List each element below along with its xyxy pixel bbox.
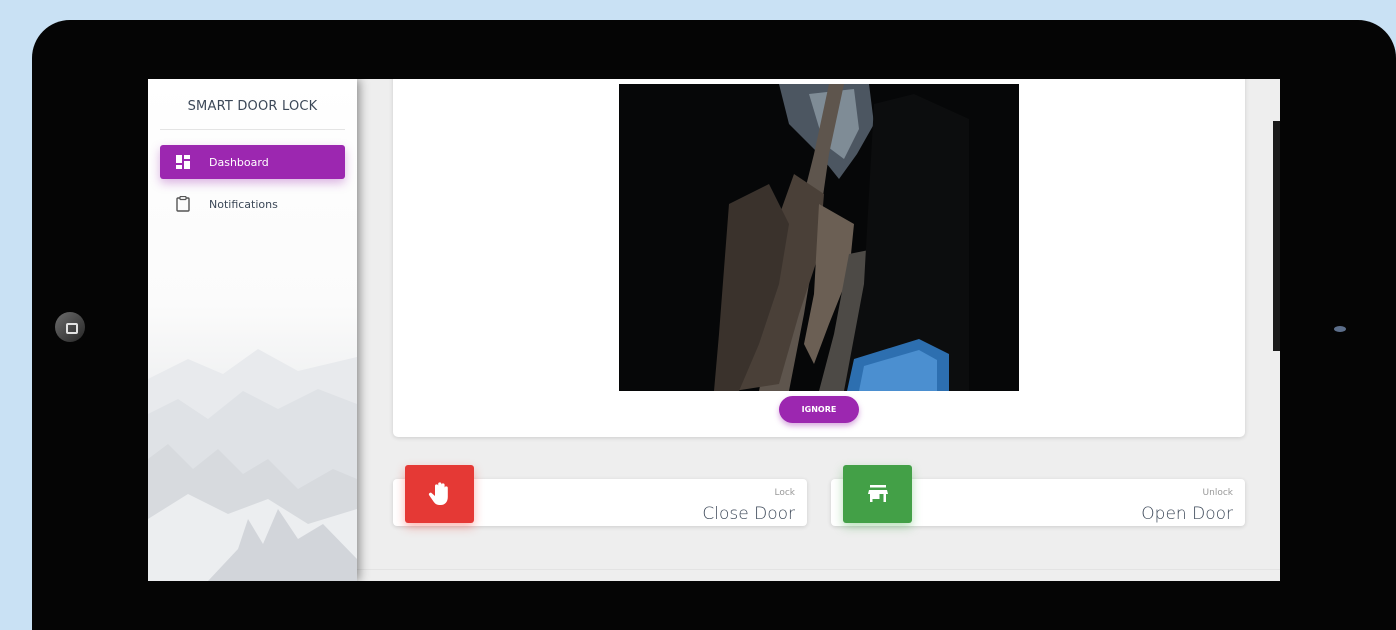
- sidebar-divider: [160, 129, 345, 130]
- front-camera: [1334, 326, 1346, 332]
- unlock-button[interactable]: [843, 465, 912, 523]
- ignore-button[interactable]: IGNORE: [779, 396, 859, 423]
- app-screen: SMART DOOR LOCK Dashboard Notifications …: [148, 79, 1280, 581]
- sidebar-item-label: Dashboard: [209, 155, 269, 169]
- main-content: IGNORE Lock Close Door Unlock Open Door: [357, 79, 1280, 581]
- sidebar-item-notifications[interactable]: Notifications: [160, 187, 345, 221]
- camera-card: IGNORE: [393, 79, 1245, 437]
- footer-divider: [357, 569, 1280, 570]
- app-title: SMART DOOR LOCK: [187, 99, 318, 114]
- unlock-card[interactable]: Unlock Open Door: [831, 465, 1245, 526]
- mountain-background-image: [148, 349, 357, 581]
- camera-feed-image: [619, 84, 1019, 391]
- close-door-title: Close Door: [702, 504, 795, 524]
- unlock-category: Unlock: [1202, 488, 1233, 498]
- scrollbar[interactable]: [1273, 121, 1280, 351]
- sidebar-item-label: Notifications: [209, 197, 278, 211]
- hand-icon: [428, 482, 448, 505]
- dashboard-icon: [175, 154, 191, 170]
- sidebar: SMART DOOR LOCK Dashboard Notifications: [148, 79, 357, 581]
- home-button[interactable]: [55, 312, 85, 342]
- store-icon: [867, 485, 888, 502]
- tablet-frame: SMART DOOR LOCK Dashboard Notifications …: [32, 20, 1396, 630]
- open-door-title: Open Door: [1141, 504, 1233, 524]
- lock-category: Lock: [774, 488, 795, 498]
- clipboard-icon: [175, 196, 191, 212]
- sidebar-item-dashboard[interactable]: Dashboard: [160, 145, 345, 179]
- lock-card[interactable]: Lock Close Door: [393, 465, 807, 526]
- lock-button[interactable]: [405, 465, 474, 523]
